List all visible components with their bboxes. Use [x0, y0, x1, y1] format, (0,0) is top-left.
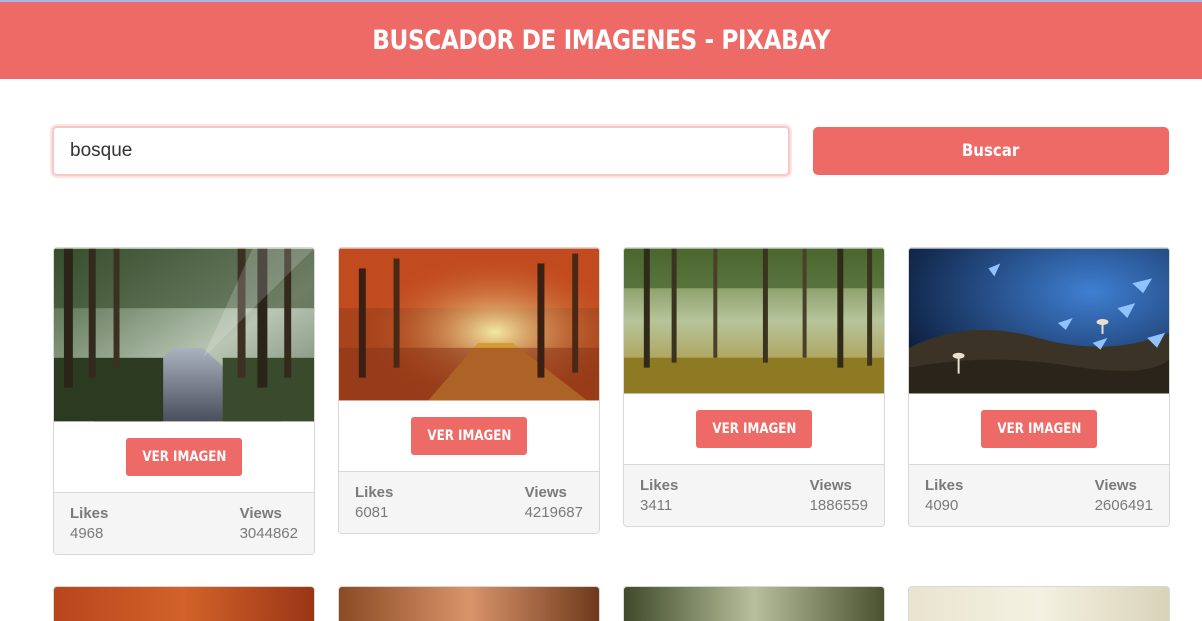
image-card: VER IMAGEN Likes 4090 Views 2606491 — [908, 247, 1170, 527]
likes-value: 4090 — [925, 497, 959, 514]
image-card: VER IMAGEN Likes 4968 Views 3044862 — [53, 247, 315, 555]
card-stats: Likes 3411 Views 1886559 — [624, 464, 884, 526]
search-button-label: Buscar — [962, 141, 1020, 161]
view-image-label: VER IMAGEN — [712, 421, 796, 437]
card-body: VER IMAGEN — [54, 422, 314, 492]
search-button[interactable]: Buscar — [813, 127, 1169, 175]
likes-value: 6081 — [355, 504, 389, 521]
likes-value: 4968 — [70, 525, 104, 542]
card-image[interactable] — [54, 248, 314, 422]
card-image[interactable] — [624, 248, 884, 394]
likes-stat: Likes 3411 — [640, 477, 678, 526]
likes-stat: Likes 6081 — [355, 484, 393, 533]
page-title: BUSCADOR DE IMAGENES - PIXABAY — [372, 25, 830, 56]
image-card-partial[interactable] — [623, 586, 885, 621]
image-card-partial[interactable] — [53, 586, 315, 621]
likes-label: Likes — [640, 477, 679, 494]
views-label: Views — [524, 484, 567, 501]
search-input[interactable] — [52, 126, 790, 176]
likes-label: Likes — [70, 505, 109, 522]
card-body: VER IMAGEN — [339, 401, 599, 471]
views-stat: Views 4219687 — [525, 484, 583, 533]
image-card-partial[interactable] — [338, 586, 600, 621]
card-stats: Likes 6081 Views 4219687 — [339, 471, 599, 533]
view-image-button[interactable]: VER IMAGEN — [411, 417, 527, 455]
views-label: Views — [239, 505, 282, 522]
card-image[interactable] — [909, 248, 1169, 394]
views-value: 4219687 — [524, 504, 583, 521]
view-image-label: VER IMAGEN — [142, 449, 226, 465]
image-card-partial[interactable] — [908, 586, 1170, 621]
likes-label: Likes — [355, 484, 394, 501]
views-stat: Views 2606491 — [1095, 477, 1153, 526]
view-image-button[interactable]: VER IMAGEN — [981, 410, 1097, 448]
image-card: VER IMAGEN Likes 3411 Views 1886559 — [623, 247, 885, 527]
likes-stat: Likes 4090 — [925, 477, 963, 526]
app-header: BUSCADOR DE IMAGENES - PIXABAY — [0, 2, 1202, 79]
views-value: 3044862 — [239, 525, 298, 542]
views-label: Views — [809, 477, 852, 494]
views-label: Views — [1094, 477, 1137, 494]
view-image-button[interactable]: VER IMAGEN — [126, 438, 242, 476]
card-body: VER IMAGEN — [909, 394, 1169, 464]
card-image[interactable] — [339, 248, 599, 401]
likes-value: 3411 — [640, 497, 673, 514]
likes-label: Likes — [925, 477, 964, 494]
likes-stat: Likes 4968 — [70, 505, 108, 554]
image-card: VER IMAGEN Likes 6081 Views 4219687 — [338, 247, 600, 534]
views-value: 2606491 — [1094, 497, 1153, 514]
views-value: 1886559 — [809, 497, 868, 514]
views-stat: Views 3044862 — [240, 505, 298, 554]
view-image-label: VER IMAGEN — [997, 421, 1081, 437]
card-body: VER IMAGEN — [624, 394, 884, 464]
view-image-button[interactable]: VER IMAGEN — [696, 410, 812, 448]
view-image-label: VER IMAGEN — [427, 428, 511, 444]
views-stat: Views 1886559 — [810, 477, 868, 526]
card-stats: Likes 4090 Views 2606491 — [909, 464, 1169, 526]
card-stats: Likes 4968 Views 3044862 — [54, 492, 314, 554]
